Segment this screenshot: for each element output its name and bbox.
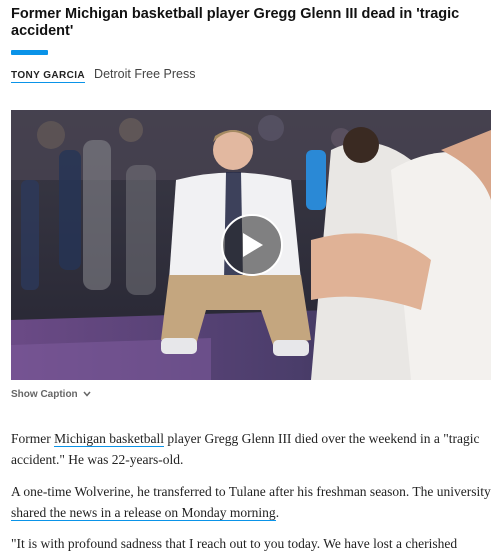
article-paragraph: A one-time Wolverine, he transferred to … (11, 481, 495, 523)
article-paragraph: "It is with profound sadness that I reac… (11, 536, 458, 551)
article-paragraph: Former Michigan basketball player Gregg … (11, 428, 495, 470)
publisher-name: Detroit Free Press (94, 67, 196, 81)
show-caption-label: Show Caption (11, 389, 78, 400)
michigan-basketball-link[interactable]: Michigan basketball (54, 431, 164, 447)
play-button[interactable] (221, 214, 283, 276)
paragraph-text: A one-time Wolverine, he transferred to … (11, 484, 491, 499)
video-player[interactable] (11, 110, 491, 380)
show-caption-button[interactable]: Show Caption (11, 389, 91, 400)
paragraph-text: Former (11, 431, 55, 446)
tulane-release-link[interactable]: shared the news in a release on Monday m… (11, 505, 276, 521)
author-link[interactable]: TONY GARCIA (11, 70, 86, 83)
article-headline: Former Michigan basketball player Gregg … (11, 6, 460, 39)
chevron-down-icon (83, 389, 91, 400)
paragraph-text: . (275, 505, 280, 520)
play-icon (243, 233, 263, 257)
byline: TONY GARCIA Detroit Free Press (11, 67, 195, 85)
headline-accent-bar (11, 50, 48, 55)
